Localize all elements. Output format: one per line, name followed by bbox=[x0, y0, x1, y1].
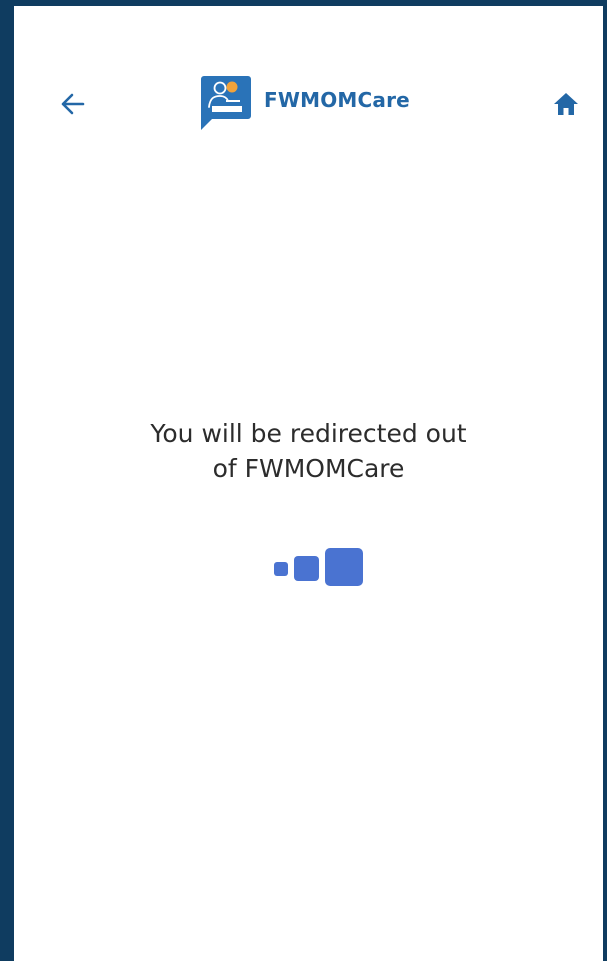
loader-square-medium bbox=[294, 556, 319, 581]
home-button[interactable] bbox=[546, 86, 586, 122]
app-name: FWMOMCare bbox=[264, 88, 410, 112]
loader-square-large bbox=[325, 548, 363, 586]
back-button[interactable] bbox=[52, 84, 92, 124]
app-logo: FWMOMCare bbox=[200, 74, 410, 132]
app-screen: FWMOMCare You will be redirected out of … bbox=[14, 6, 603, 961]
redirect-message-line-1: You will be redirected out bbox=[150, 419, 467, 448]
loading-squares-icon bbox=[272, 545, 372, 591]
redirect-message-line-2: of FWMOMCare bbox=[212, 454, 405, 483]
loader-square-small bbox=[274, 562, 288, 576]
home-icon bbox=[554, 93, 578, 115]
arrow-left-icon bbox=[61, 93, 85, 115]
redirect-message: You will be redirected out of FWMOMCare bbox=[14, 416, 603, 486]
app-header: FWMOMCare bbox=[14, 74, 603, 134]
person-speech-bubble-icon bbox=[201, 76, 251, 130]
